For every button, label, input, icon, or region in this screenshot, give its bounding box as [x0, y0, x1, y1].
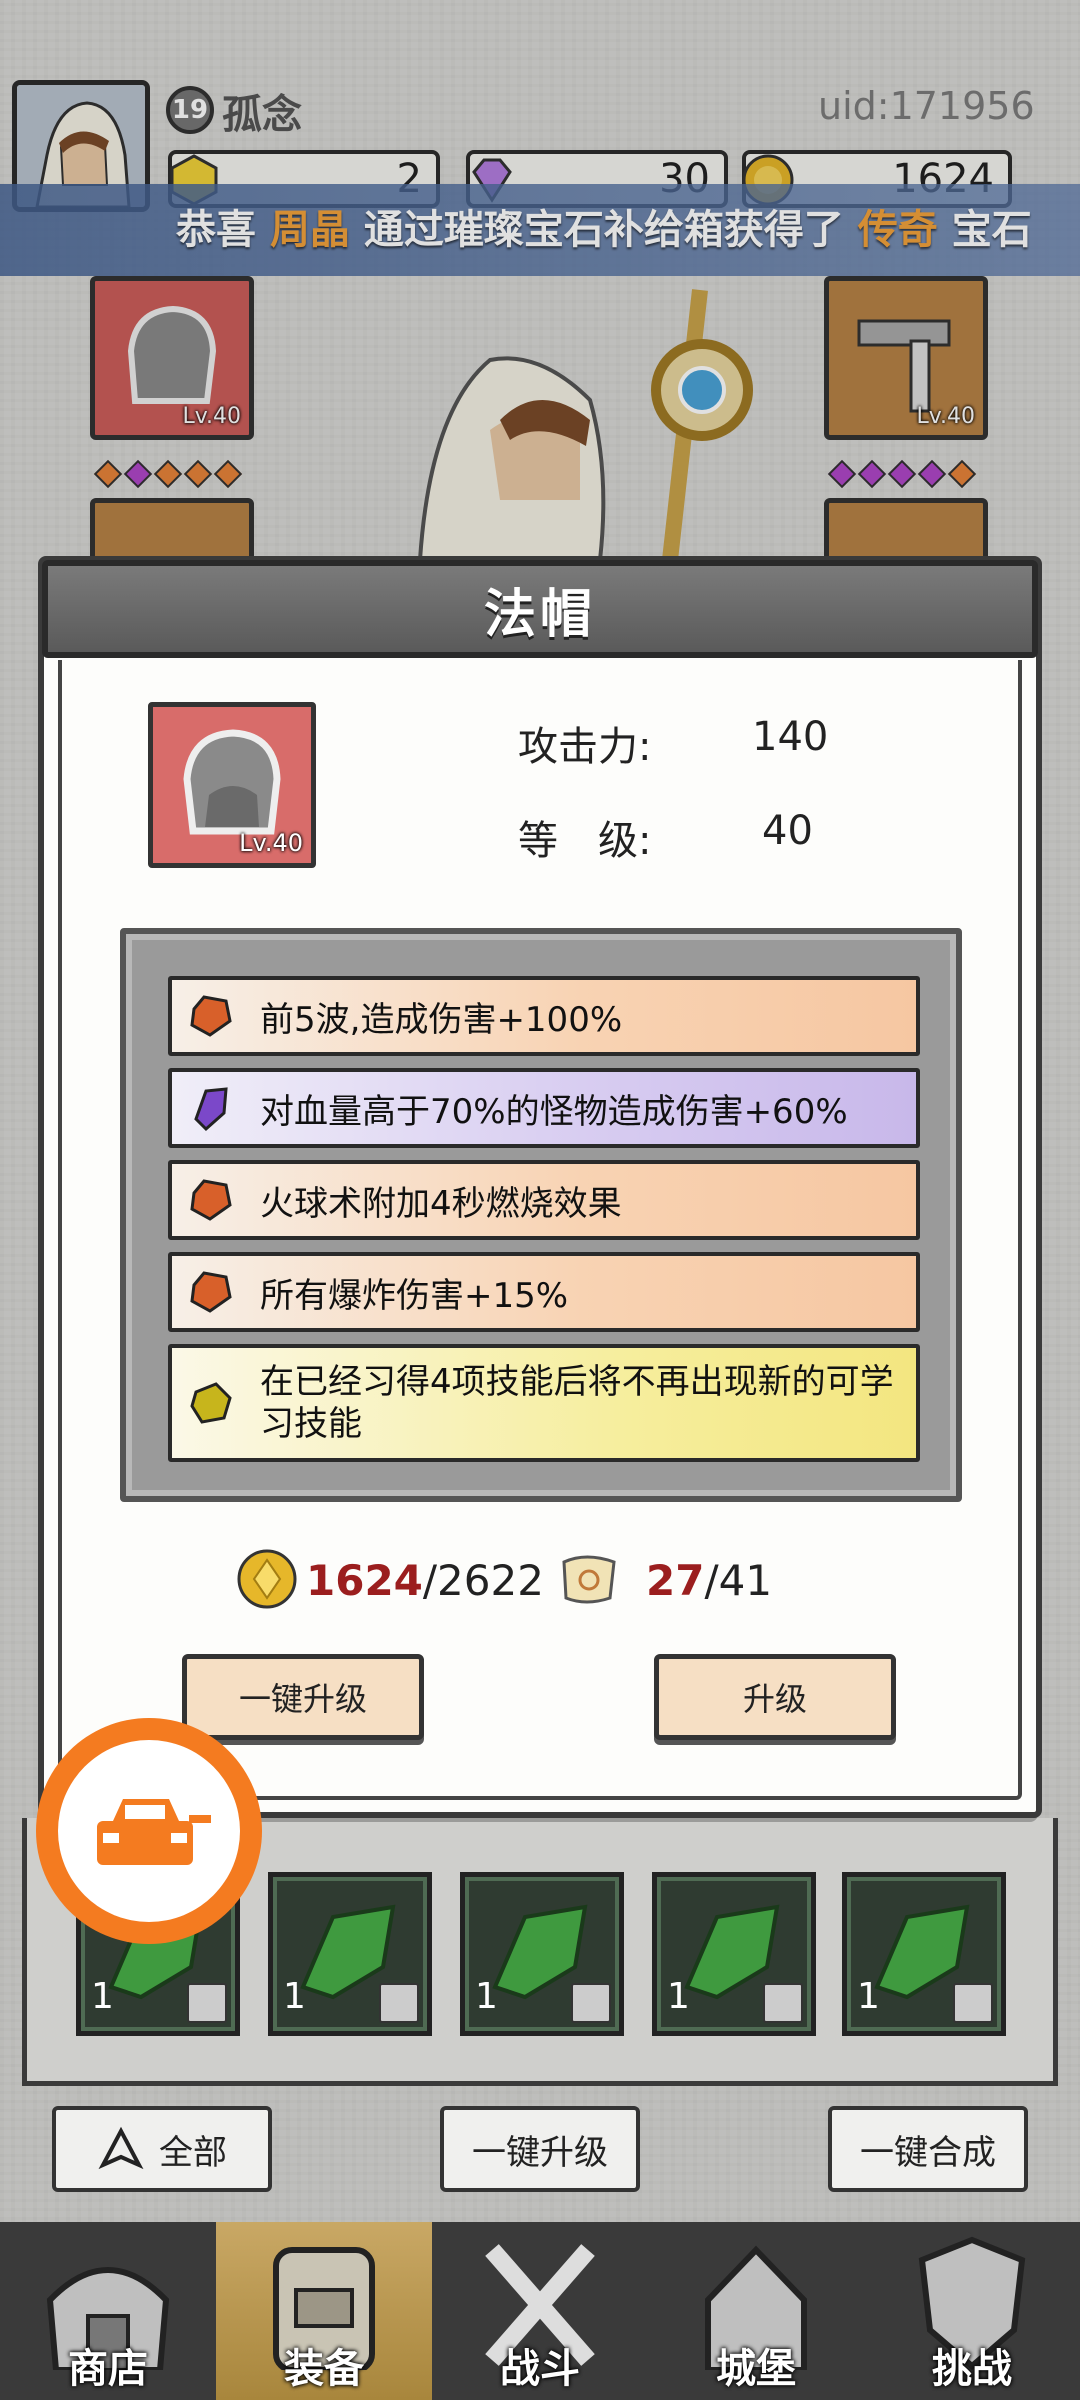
- level-value: 40: [762, 808, 813, 854]
- gold-cost: 1624/2622: [306, 1556, 544, 1605]
- upgrade-button[interactable]: 升级: [654, 1654, 896, 1740]
- one-click-upgrade-button[interactable]: 一键升级: [182, 1654, 424, 1740]
- inventory-item-badge: [379, 1983, 419, 2023]
- inventory-item-badge: [763, 1983, 803, 2023]
- skill-row: 所有爆炸伤害+15%: [168, 1252, 920, 1332]
- inventory-item-count: 1: [667, 1976, 690, 2017]
- one-click-upgrade-all-button[interactable]: 一键升级: [440, 2106, 640, 2192]
- skill-text: 火球术附加4秒燃烧效果: [260, 1183, 622, 1224]
- tab-castle[interactable]: 城堡: [648, 2222, 864, 2400]
- skill-text: 所有爆炸伤害+15%: [260, 1275, 569, 1316]
- skill-text: 对血量高于70%的怪物造成伤害+60%: [260, 1091, 848, 1132]
- inventory-item-count: 1: [475, 1976, 498, 2017]
- tab-equipment-label: 装备: [284, 2346, 364, 2392]
- tab-castle-label: 城堡: [716, 2346, 796, 2392]
- one-click-upgrade-label: 一键升级: [238, 1680, 367, 1718]
- filter-all-button[interactable]: 全部: [52, 2106, 272, 2192]
- inventory-item[interactable]: 1: [652, 1872, 816, 2036]
- skill-row: 火球术附加4秒燃烧效果: [168, 1160, 920, 1240]
- purple-gem-icon: [194, 1087, 228, 1132]
- gold-cost-required: /2622: [422, 1556, 544, 1605]
- tab-challenge-label: 挑战: [932, 2346, 1012, 2392]
- skill-row: 在已经习得4项技能后将不再出现新的可学习技能: [168, 1344, 920, 1462]
- item-level: Lv.40: [239, 829, 303, 857]
- skill-row: 对血量高于70%的怪物造成伤害+60%: [168, 1068, 920, 1148]
- inventory-item-count: 1: [857, 1976, 880, 2017]
- level-label: 等 级:: [518, 818, 652, 864]
- one-click-merge-label: 一键合成: [860, 2132, 996, 2173]
- filter-all-label: 全部: [159, 2132, 227, 2173]
- skill-row: 前5波,造成伤害+100%: [168, 976, 920, 1056]
- inventory-item[interactable]: 1: [460, 1872, 624, 2036]
- car-icon: [97, 1799, 211, 1865]
- upgrade-label: 升级: [742, 1680, 807, 1718]
- floating-car-button[interactable]: [36, 1718, 262, 1944]
- modal-title: 法帽: [483, 584, 596, 645]
- inventory-item-count: 1: [91, 1976, 114, 2017]
- yellow-gem-icon: [190, 1382, 232, 1424]
- tab-battle-label: 战斗: [500, 2346, 580, 2392]
- one-click-upgrade-all-label: 一键升级: [472, 2132, 608, 2173]
- scroll-icon: [562, 1555, 616, 1604]
- inventory-item-count: 1: [283, 1976, 306, 2017]
- item-icon: Lv.40: [148, 702, 316, 868]
- skill-text: 在已经习得4项技能后将不再出现新的可学习技能: [260, 1362, 894, 1444]
- attack-value: 140: [752, 714, 829, 760]
- inventory-item-badge: [187, 1983, 227, 2023]
- attack-label: 攻击力:: [518, 724, 652, 770]
- tab-battle[interactable]: 战斗: [432, 2222, 648, 2400]
- orange-gem-icon: [190, 1271, 232, 1313]
- tab-shop[interactable]: 商店: [0, 2222, 216, 2400]
- tab-challenge[interactable]: 挑战: [864, 2222, 1080, 2400]
- scroll-cost-current: 27: [646, 1556, 705, 1605]
- gold-coin-icon: [237, 1549, 297, 1609]
- gold-cost-current: 1624: [306, 1556, 423, 1605]
- scroll-cost-required: /41: [704, 1556, 773, 1605]
- inventory-item-badge: [571, 1983, 611, 2023]
- scroll-cost: 27/41: [646, 1556, 772, 1605]
- tab-shop-label: 商店: [68, 2346, 148, 2392]
- one-click-merge-button[interactable]: 一键合成: [828, 2106, 1028, 2192]
- orange-gem-icon: [190, 995, 232, 1037]
- modal-header: 法帽: [42, 560, 1038, 658]
- tab-equipment[interactable]: 装备: [216, 2222, 432, 2400]
- inventory-item-badge: [953, 1983, 993, 2023]
- inventory-item[interactable]: 1: [842, 1872, 1006, 2036]
- orange-gem-icon: [190, 1179, 232, 1221]
- skills-frame: 前5波,造成伤害+100% 对血量高于70%的怪物造成伤害+60% 火球术附加4…: [120, 928, 962, 1502]
- inventory-item[interactable]: 1: [268, 1872, 432, 2036]
- skill-text: 前5波,造成伤害+100%: [260, 999, 623, 1040]
- triangle-filter-icon: [98, 2126, 144, 2170]
- floating-car-button-inner: [58, 1740, 240, 1922]
